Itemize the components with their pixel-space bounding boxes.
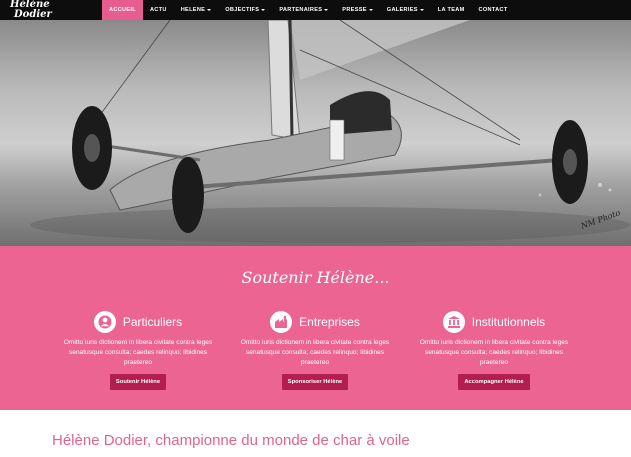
column-header: Entreprises [225, 310, 405, 334]
column-text: Omitto iuris dictionem in libera civitat… [419, 339, 569, 366]
nav-label: PARTENAIRES [279, 7, 323, 13]
nav-label: CONTACT [478, 7, 508, 13]
nav-item-contact[interactable]: CONTACT [472, 0, 515, 20]
nav-label: OBJECTIFS [225, 7, 260, 13]
land-yacht-illustration [30, 20, 630, 243]
caret-down-icon [207, 8, 212, 11]
caret-down-icon [324, 8, 329, 11]
caret-down-icon [261, 8, 266, 11]
soutenir-button[interactable]: Soutenir Hélène [109, 374, 167, 390]
logo-line-2: Dodier [14, 9, 52, 20]
nav-label: LA TEAM [437, 7, 465, 13]
nav-label: PRESSE [342, 7, 367, 13]
nav-item-objectifs[interactable]: OBJECTIFS [218, 0, 272, 20]
nav-label: HELENE [180, 7, 206, 13]
top-navbar: Hélène Dodier ACCUEIL ACTU HELENE OBJECT… [0, 0, 631, 20]
column-header: Particuliers [48, 310, 228, 334]
caret-down-icon [419, 8, 424, 11]
hero-image: NM Photo [0, 20, 631, 246]
column-header: Institutionnels [404, 310, 584, 334]
page-headline: Hélène Dodier, championne du monde de ch… [52, 432, 410, 449]
main-menu: ACCUEIL ACTU HELENE OBJECTIFS PARTENAIRE… [102, 0, 515, 20]
support-title: Soutenir Hélène... [241, 268, 390, 287]
nav-item-presse[interactable]: PRESSE [335, 0, 380, 20]
nav-item-accueil[interactable]: ACCUEIL [102, 0, 143, 20]
column-title: Particuliers [122, 315, 183, 329]
nav-item-actu[interactable]: ACTU [143, 0, 174, 20]
column-title: Institutionnels [471, 315, 546, 329]
caret-down-icon [368, 8, 373, 11]
support-column-particuliers: Particuliers Omitto iuris dictionem in l… [48, 310, 228, 390]
institution-icon [442, 311, 465, 333]
nav-item-helene[interactable]: HELENE [174, 0, 219, 20]
person-icon [93, 311, 116, 333]
nav-item-galeries[interactable]: GALERIES [380, 0, 431, 20]
nav-item-partenaires[interactable]: PARTENAIRES [272, 0, 335, 20]
support-column-entreprises: Entreprises Omitto iuris dictionem in li… [225, 310, 405, 390]
nav-label: ACTU [149, 7, 167, 13]
support-section: Soutenir Hélène... Particuliers Omitto i… [0, 246, 631, 410]
column-title: Entreprises [299, 315, 360, 329]
nav-label: GALERIES [386, 7, 418, 13]
sponsoriser-button[interactable]: Sponsoriser Hélène [281, 374, 349, 390]
site-logo[interactable]: Hélène Dodier [8, 0, 68, 20]
support-column-institutionnels: Institutionnels Omitto iuris dictionem i… [404, 310, 584, 390]
nav-item-la-team[interactable]: LA TEAM [431, 0, 472, 20]
accompagner-button[interactable]: Accompagner Hélène [458, 374, 530, 390]
factory-icon [270, 311, 293, 333]
column-text: Omitto iuris dictionem in libera civitat… [63, 339, 213, 366]
nav-label: ACCUEIL [109, 7, 136, 13]
column-text: Omitto iuris dictionem in libera civitat… [240, 339, 390, 366]
